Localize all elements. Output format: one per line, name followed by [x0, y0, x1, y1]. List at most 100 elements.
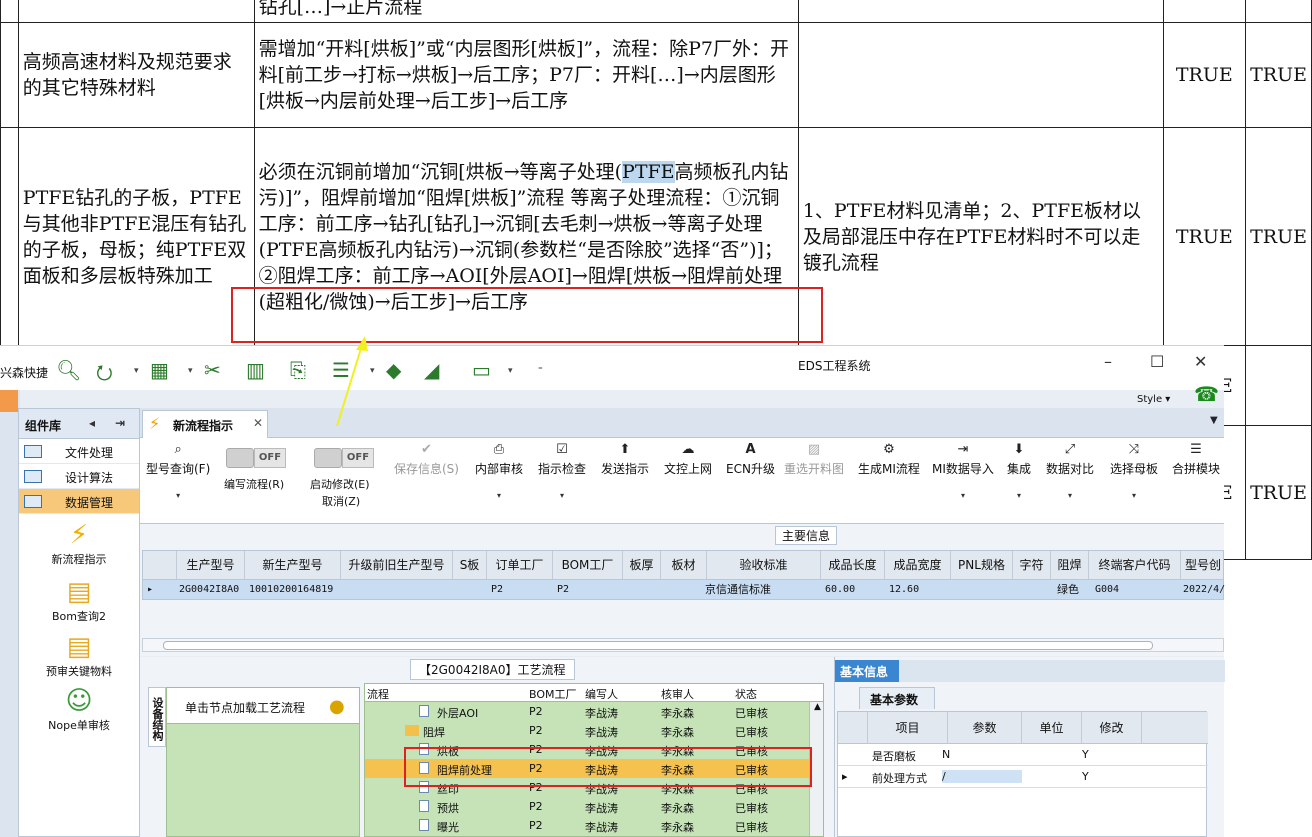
- chevron-down-icon: ▾: [176, 491, 181, 500]
- column-header[interactable]: 升级前旧生产型号: [341, 551, 453, 579]
- main-info-panel: 主要信息 生产型号 新生产型号 升级前旧生产型号 S板 订单工厂 BOM工厂 板…: [140, 524, 1225, 656]
- film-icon[interactable]: ▥: [246, 358, 265, 382]
- horizontal-scrollbar[interactable]: [142, 638, 1224, 652]
- refresh-icon[interactable]: ⭮: [96, 358, 113, 392]
- publish-button[interactable]: ☁ 文控上网: [664, 442, 712, 477]
- column-header[interactable]: 阻焊: [1051, 551, 1089, 579]
- column-header[interactable]: BOM工厂: [553, 551, 623, 579]
- search-icon[interactable]: 🔍︎: [56, 358, 81, 382]
- pin-icon[interactable]: ⇥: [115, 416, 125, 430]
- column-header[interactable]: 订单工厂: [487, 551, 553, 579]
- title-bar: 兴森快捷 🔍︎ ⭮ ▾ ▦ ▾ ✂ ▥ ⎘ ☰ ▾ ◆ ◢ ▭ ▾ ⁼ EDS工…: [0, 346, 1224, 390]
- chart-icon[interactable]: ◢: [424, 358, 439, 382]
- user-icon: ☺: [65, 686, 93, 716]
- column-header[interactable]: 参数: [948, 712, 1022, 744]
- table-row[interactable]: ▸ 前处理方式 / Y: [838, 766, 1208, 788]
- minimize-icon[interactable]: –: [1104, 352, 1112, 371]
- integrate-button[interactable]: ⬇ 集成 ▾: [1007, 442, 1031, 500]
- generate-mi-button[interactable]: ⚙ 生成MI流程: [858, 442, 920, 477]
- table-row[interactable]: ▸ 2G0042I8A0 10010200164819 P2 P2 京信通信标准…: [142, 580, 1225, 600]
- close-icon[interactable]: ✕: [1194, 352, 1207, 371]
- column-header[interactable]: 型号创: [1181, 551, 1225, 579]
- chevron-down-icon[interactable]: ▾: [508, 366, 513, 376]
- cancel-button[interactable]: 取消(Z): [322, 493, 360, 509]
- collapse-left-icon[interactable]: ◂: [89, 416, 95, 430]
- mi-import-button[interactable]: ⇥ MI数据导入 ▾: [932, 442, 994, 500]
- merge-module-button[interactable]: ☰ 合拼模块: [1172, 442, 1220, 477]
- user-icon[interactable]: ◆: [386, 358, 401, 382]
- column-header[interactable]: 项目: [868, 712, 948, 744]
- tree-row[interactable]: 阻焊 P2 李战涛 李永森 已审核: [365, 721, 823, 740]
- data-compare-button[interactable]: ⤢ 数据对比 ▾: [1046, 442, 1094, 500]
- internal-review-button[interactable]: ⎙ 内部审核 ▾: [475, 442, 523, 500]
- tab-device-structure[interactable]: 设备结构: [148, 687, 166, 747]
- chevron-down-icon[interactable]: ▼: [1210, 415, 1218, 426]
- column-header[interactable]: PNL规格: [951, 551, 1013, 579]
- maximize-icon[interactable]: ☐: [1150, 352, 1164, 371]
- tab-basic-info[interactable]: 基本信息: [835, 660, 899, 682]
- model-query-button[interactable]: ⌕ 型号查询(F) ▾: [146, 442, 210, 500]
- annotation-red-box: [404, 747, 812, 787]
- upload-icon: ⬆: [619, 442, 631, 457]
- comment-icon: ●: [329, 696, 345, 717]
- send-instruction-button[interactable]: ⬆ 发送指示: [601, 442, 649, 477]
- ecn-upgrade-button[interactable]: A ECN升级: [726, 442, 775, 477]
- start-modify-toggle[interactable]: OFF: [314, 448, 374, 470]
- column-header[interactable]: 板厚: [623, 551, 661, 579]
- chevron-down-icon[interactable]: ▾: [370, 366, 375, 376]
- sidebar-category-design[interactable]: 设计算法: [19, 464, 139, 489]
- column-header[interactable]: 修改: [1082, 712, 1142, 744]
- column-header[interactable]: 成品宽度: [885, 551, 951, 579]
- check-instruction-button[interactable]: ☑ 指示检查 ▾: [538, 442, 586, 500]
- table-row[interactable]: 是否磨板 N Y: [838, 744, 1208, 766]
- cell-r0-c2: 钻孔[…]→正片流程: [253, 0, 799, 23]
- scissors-icon[interactable]: ✂: [204, 358, 221, 382]
- node-hint[interactable]: 单击节点加载工艺流程 ●: [167, 688, 359, 724]
- grid-icon[interactable]: ▦: [150, 358, 169, 382]
- column-header[interactable]: 验收标准: [707, 551, 821, 579]
- style-menu[interactable]: Style ▾: [1137, 394, 1170, 405]
- save-info-button[interactable]: ✔ 保存信息(S): [394, 442, 459, 477]
- column-header[interactable]: 生产型号: [177, 551, 245, 579]
- column-header[interactable]: 字符: [1013, 551, 1051, 579]
- row-indicator-icon: ▸: [147, 584, 154, 595]
- cell-r2-c1: PTFE钻孔的子板，PTFE与其他非PTFE混压有钻孔的子板，母板；纯PTFE双…: [17, 127, 255, 346]
- sidebar-item-prereview[interactable]: ▤ 预审关键物料: [19, 631, 139, 679]
- column-header[interactable]: 单位: [1022, 712, 1082, 744]
- tab-new-flow[interactable]: ⚡︎ 新流程指示 ✕: [142, 410, 268, 438]
- left-edge-tab[interactable]: [0, 390, 18, 412]
- tree-row[interactable]: 曝光 P2 李战涛 李永森 已审核: [365, 816, 823, 835]
- sidebar-category-file[interactable]: 文件处理: [19, 439, 139, 464]
- column-header[interactable]: 成品长度: [821, 551, 885, 579]
- chevron-down-icon[interactable]: ▾: [134, 366, 139, 376]
- phone-icon[interactable]: ☎: [1194, 382, 1219, 406]
- edit-flow-label: 编写流程(R): [224, 478, 285, 491]
- tab-basic-params[interactable]: 基本参数: [859, 687, 935, 709]
- window-icon: [24, 495, 42, 508]
- column-header[interactable]: 板材: [661, 551, 707, 579]
- chevron-down-icon[interactable]: ▾: [188, 366, 193, 376]
- sidebar-item-bom-query[interactable]: ▤ Bom查询2: [19, 576, 139, 624]
- select-motherboard-button[interactable]: ⤨ 选择母板 ▾: [1110, 442, 1158, 500]
- scrollbar-thumb[interactable]: [163, 641, 1153, 650]
- sidebar-category-data[interactable]: 数据管理: [19, 489, 139, 514]
- column-header[interactable]: S板: [453, 551, 487, 579]
- column-header[interactable]: 新生产型号: [245, 551, 341, 579]
- tree-row[interactable]: 预烘 P2 李战涛 李永森 已审核: [365, 797, 823, 816]
- monitor-icon[interactable]: ▭: [472, 358, 491, 382]
- list-icon[interactable]: ☰: [332, 358, 350, 382]
- sidebar-item-new-flow[interactable]: ⚡︎ 新流程指示: [19, 519, 139, 567]
- selected-text: PTFE: [622, 160, 675, 183]
- file-icon: [419, 819, 429, 831]
- close-icon[interactable]: ✕: [253, 416, 263, 430]
- tree-row[interactable]: 外层AOI P2 李战涛 李永森 已审核: [365, 702, 823, 721]
- font-icon: A: [745, 442, 756, 457]
- copy-icon[interactable]: ⎘: [290, 358, 306, 382]
- column-header[interactable]: 终端客户代码: [1089, 551, 1181, 579]
- sidebar-item-nope-review[interactable]: ☺ Nope单审核: [19, 685, 139, 733]
- folder-icon: ▤: [66, 577, 92, 607]
- file-icon: [419, 800, 429, 812]
- edit-flow-toggle[interactable]: OFF: [226, 448, 286, 470]
- reselect-cut-button[interactable]: ▨ 重选开料图: [784, 442, 844, 477]
- customize-icon[interactable]: ⁼: [538, 366, 543, 376]
